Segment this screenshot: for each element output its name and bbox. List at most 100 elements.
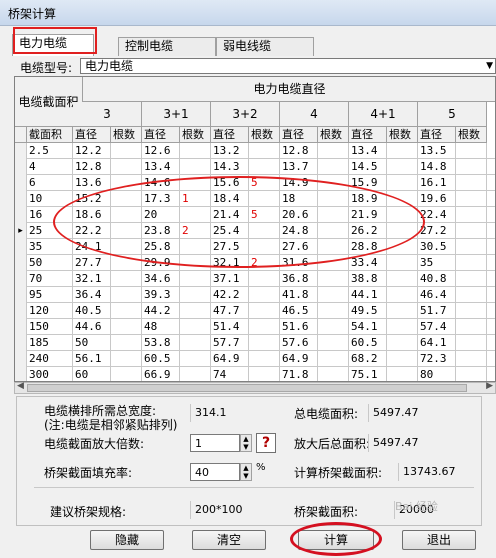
table-row[interactable]: 2.5 12.2 12.6 13.2 12.8 13.4 13.5 xyxy=(15,143,495,159)
area-cell[interactable]: 6 xyxy=(27,175,73,191)
count-cell[interactable] xyxy=(180,255,211,271)
count-cell[interactable] xyxy=(180,319,211,335)
count-cell[interactable] xyxy=(249,239,280,255)
count-cell[interactable] xyxy=(180,207,211,223)
count-cell[interactable] xyxy=(111,191,142,207)
count-cell[interactable] xyxy=(111,287,142,303)
count-cell[interactable] xyxy=(249,223,280,239)
count-cell[interactable] xyxy=(318,303,349,319)
diameter-cell[interactable]: 18 xyxy=(280,191,318,207)
diameter-cell[interactable]: 22.4 xyxy=(418,207,456,223)
count-cell[interactable] xyxy=(387,191,418,207)
area-cell[interactable]: 4 xyxy=(27,159,73,175)
diameter-cell[interactable]: 14.6 xyxy=(142,175,180,191)
diameter-cell[interactable]: 13.5 xyxy=(418,143,456,159)
area-cell[interactable]: 185 xyxy=(27,335,73,351)
diameter-cell[interactable]: 75.1 xyxy=(349,367,387,381)
diameter-cell[interactable]: 20 xyxy=(142,207,180,223)
count-cell[interactable] xyxy=(387,175,418,191)
diameter-cell[interactable]: 29.9 xyxy=(142,255,180,271)
count-cell[interactable]: 5 xyxy=(249,175,280,191)
area-cell[interactable]: 70 xyxy=(27,271,73,287)
count-cell[interactable] xyxy=(318,335,349,351)
row-indicator[interactable] xyxy=(15,255,27,271)
count-cell[interactable] xyxy=(387,319,418,335)
count-cell[interactable] xyxy=(111,159,142,175)
table-row[interactable]: ▸ 25 22.2 23.8 2 25.4 24.8 26.2 27.2 xyxy=(15,223,495,239)
diameter-cell[interactable]: 24.8 xyxy=(280,223,318,239)
diameter-cell[interactable]: 37.1 xyxy=(211,271,249,287)
table-row[interactable]: 35 24.1 25.8 27.5 27.6 28.8 30.5 xyxy=(15,239,495,255)
count-cell[interactable] xyxy=(111,303,142,319)
diameter-cell[interactable]: 19.6 xyxy=(418,191,456,207)
diameter-cell[interactable]: 57.7 xyxy=(211,335,249,351)
count-cell[interactable] xyxy=(456,255,487,271)
count-cell[interactable] xyxy=(456,351,487,367)
count-cell[interactable] xyxy=(456,223,487,239)
chevron-down-icon[interactable]: ▼ xyxy=(486,59,493,73)
count-cell[interactable] xyxy=(456,191,487,207)
count-cell[interactable] xyxy=(180,175,211,191)
diameter-cell[interactable]: 46.5 xyxy=(280,303,318,319)
count-cell[interactable] xyxy=(456,287,487,303)
diameter-cell[interactable]: 80 xyxy=(418,367,456,381)
count-cell[interactable] xyxy=(180,287,211,303)
diameter-cell[interactable]: 36.8 xyxy=(280,271,318,287)
diameter-cell[interactable]: 35 xyxy=(418,255,456,271)
count-cell[interactable] xyxy=(456,207,487,223)
count-cell[interactable] xyxy=(111,351,142,367)
count-cell[interactable] xyxy=(249,271,280,287)
area-cell[interactable]: 300 xyxy=(27,367,73,381)
scroll-left-icon[interactable]: ◀ xyxy=(17,381,24,391)
diameter-cell[interactable]: 51.6 xyxy=(280,319,318,335)
count-cell[interactable] xyxy=(387,223,418,239)
count-cell[interactable] xyxy=(318,207,349,223)
count-cell[interactable] xyxy=(387,143,418,159)
count-cell[interactable] xyxy=(111,271,142,287)
area-cell[interactable]: 16 xyxy=(27,207,73,223)
diameter-cell[interactable]: 71.8 xyxy=(280,367,318,381)
count-cell[interactable] xyxy=(456,271,487,287)
diameter-cell[interactable]: 12.6 xyxy=(142,143,180,159)
count-cell[interactable] xyxy=(111,367,142,381)
count-cell[interactable] xyxy=(318,239,349,255)
count-cell[interactable] xyxy=(180,351,211,367)
count-cell[interactable] xyxy=(111,175,142,191)
diameter-cell[interactable]: 64.1 xyxy=(418,335,456,351)
diameter-cell[interactable]: 51.7 xyxy=(418,303,456,319)
table-row[interactable]: 6 13.6 14.6 15.6 5 14.9 15.9 16.1 xyxy=(15,175,495,191)
row-indicator[interactable] xyxy=(15,159,27,175)
diameter-cell[interactable]: 13.6 xyxy=(73,175,111,191)
count-cell[interactable] xyxy=(456,159,487,175)
count-cell[interactable] xyxy=(387,159,418,175)
row-indicator[interactable] xyxy=(15,319,27,335)
diameter-cell[interactable]: 44.2 xyxy=(142,303,180,319)
row-indicator[interactable] xyxy=(15,287,27,303)
diameter-cell[interactable]: 28.8 xyxy=(349,239,387,255)
diameter-cell[interactable]: 60.5 xyxy=(142,351,180,367)
count-cell[interactable] xyxy=(318,287,349,303)
diameter-cell[interactable]: 64.9 xyxy=(280,351,318,367)
count-cell[interactable] xyxy=(249,367,280,381)
diameter-cell[interactable]: 46.4 xyxy=(418,287,456,303)
diameter-cell[interactable]: 51.4 xyxy=(211,319,249,335)
count-cell[interactable] xyxy=(387,367,418,381)
scroll-right-icon[interactable]: ▶ xyxy=(486,381,493,391)
diameter-cell[interactable]: 57.6 xyxy=(280,335,318,351)
count-cell[interactable] xyxy=(387,287,418,303)
count-cell[interactable] xyxy=(111,239,142,255)
diameter-cell[interactable]: 17.3 xyxy=(142,191,180,207)
count-cell[interactable] xyxy=(111,207,142,223)
area-cell[interactable]: 240 xyxy=(27,351,73,367)
diameter-cell[interactable]: 14.8 xyxy=(418,159,456,175)
count-cell[interactable]: 2 xyxy=(249,255,280,271)
row-indicator[interactable] xyxy=(15,207,27,223)
diameter-cell[interactable]: 27.5 xyxy=(211,239,249,255)
diameter-cell[interactable]: 42.2 xyxy=(211,287,249,303)
count-cell[interactable] xyxy=(456,319,487,335)
diameter-cell[interactable]: 14.5 xyxy=(349,159,387,175)
clear-button[interactable]: 清空 xyxy=(192,530,266,550)
count-cell[interactable]: 2 xyxy=(180,223,211,239)
diameter-cell[interactable]: 12.8 xyxy=(73,159,111,175)
count-cell[interactable] xyxy=(318,319,349,335)
